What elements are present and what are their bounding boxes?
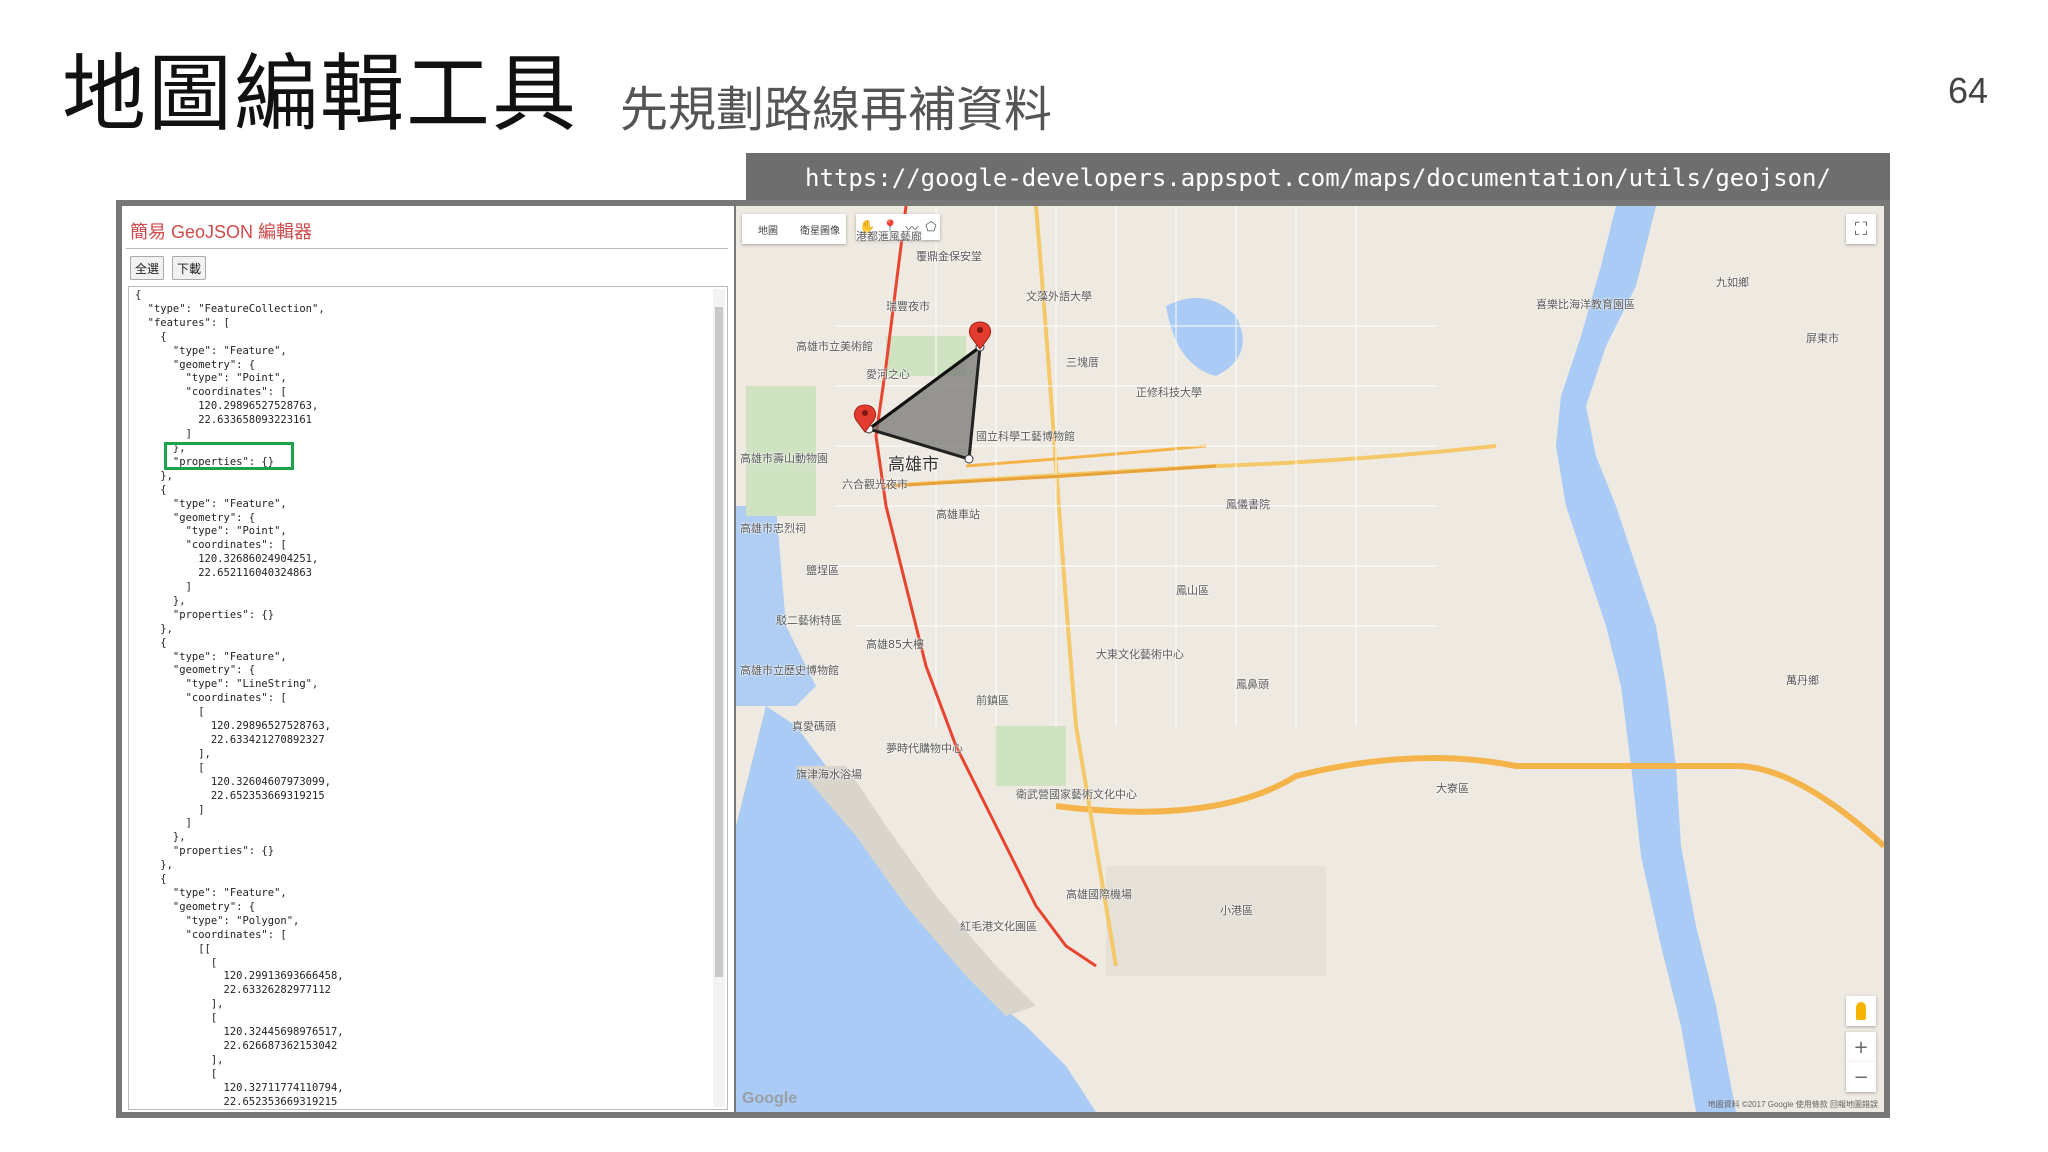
map-type-satellite-button[interactable]: 衛星圖像 xyxy=(794,214,846,244)
poi-label: 國立科學工藝博物館 xyxy=(976,430,1075,443)
poi-label: 愛河之心 xyxy=(866,368,910,381)
poi-label: 衛武營國家藝術文化中心 xyxy=(1016,788,1137,801)
code-scroll-thumb[interactable] xyxy=(715,307,723,977)
map-view[interactable]: 地圖 衛星圖像 ✋ 📍 〰 ⬠ ⛶ + − 高雄市 港都滙風藝廊 文藻外語大學 … xyxy=(736,206,1884,1112)
geojson-textarea[interactable]: { "type": "FeatureCollection", "features… xyxy=(128,286,728,1110)
code-scrollbar[interactable] xyxy=(713,289,725,1107)
poi-label: 鳳鼻頭 xyxy=(1236,678,1269,691)
select-all-button[interactable]: 全選 xyxy=(130,256,165,280)
poi-label: 鹽埕區 xyxy=(806,564,839,577)
poi-label: 正修科技大學 xyxy=(1136,386,1202,399)
map-type-map-button[interactable]: 地圖 xyxy=(742,214,794,244)
vertex-handle[interactable] xyxy=(964,454,974,464)
poi-label: 前鎮區 xyxy=(976,694,1009,707)
poi-label: 高雄車站 xyxy=(936,508,980,521)
poi-label: 港都滙風藝廊 xyxy=(856,230,922,243)
airport-area xyxy=(1106,866,1326,976)
polygon-icon[interactable]: ⬠ xyxy=(925,220,936,235)
editor-divider xyxy=(126,248,728,249)
properties-highlight-box xyxy=(164,442,294,470)
poi-label: 真愛碼頭 xyxy=(792,720,836,733)
geojson-editor-pane: 簡易 GeoJSON 編輯器 全選 下載 { "type": "FeatureC… xyxy=(122,206,734,1112)
page-number: 64 xyxy=(1947,70,1988,111)
poi-label: 瑞豐夜市 xyxy=(886,300,930,313)
poi-label: 鳳山區 xyxy=(1176,584,1209,597)
pegman-icon[interactable] xyxy=(1846,996,1876,1026)
poi-label: 高雄國際機場 xyxy=(1066,888,1132,901)
poi-label: 三塊厝 xyxy=(1066,356,1099,369)
zoom-out-button[interactable]: − xyxy=(1846,1062,1876,1092)
map-attribution[interactable]: 地圖資料 ©2017 Google 使用條款 回報地圖錯誤 xyxy=(1708,1099,1878,1110)
poi-label: 紅毛港文化園區 xyxy=(960,920,1037,933)
poi-label: 高雄85大樓 xyxy=(866,638,924,651)
poi-label: 高雄巿壽山動物園 xyxy=(740,452,828,465)
poi-label: 屏東市 xyxy=(1806,332,1839,345)
slide-title: 地圖編輯工具 xyxy=(62,45,579,143)
map-type-control[interactable]: 地圖 衛星圖像 xyxy=(742,214,846,244)
poi-label: 九如鄉 xyxy=(1716,276,1749,289)
zoom-in-button[interactable]: + xyxy=(1846,1032,1876,1062)
poi-label: 大東文化藝術中心 xyxy=(1096,648,1184,661)
poi-label: 萬丹鄉 xyxy=(1786,674,1819,687)
slide-subtitle: 先規劃路線再補資料 xyxy=(620,82,1053,138)
poi-label: 大寮區 xyxy=(1436,782,1469,795)
poi-label: 六合觀光夜市 xyxy=(842,478,908,491)
google-logo: Google xyxy=(742,1090,798,1107)
poi-label: 文藻外語大學 xyxy=(1026,290,1092,303)
map-canvas[interactable] xyxy=(736,206,1884,1112)
url-caption: https://google-developers.appspot.com/ma… xyxy=(746,153,1890,203)
poi-label: 喜樂比海洋教育園區 xyxy=(1536,298,1635,311)
poi-label: 高雄巿立歷史博物館 xyxy=(740,664,839,677)
poi-label: 高雄市立美術館 xyxy=(796,340,873,353)
poi-label: 小港區 xyxy=(1220,904,1253,917)
poi-label: 鳳儀書院 xyxy=(1226,498,1270,511)
poi-label: 駁二藝術特區 xyxy=(776,614,842,627)
poi-label: 高雄巿忠烈祠 xyxy=(740,522,806,535)
download-button[interactable]: 下載 xyxy=(172,256,207,280)
poi-label: 旗津海水浴場 xyxy=(796,768,862,781)
park-area xyxy=(996,726,1066,786)
city-label: 高雄市 xyxy=(888,455,939,475)
screenshot-frame: 簡易 GeoJSON 編輯器 全選 下載 { "type": "FeatureC… xyxy=(116,200,1890,1118)
poi-label: 覆鼎金保安堂 xyxy=(916,250,982,263)
editor-title: 簡易 GeoJSON 編輯器 xyxy=(130,222,313,242)
poi-label: 夢時代購物中心 xyxy=(886,742,963,755)
fullscreen-button[interactable]: ⛶ xyxy=(1846,214,1876,244)
geojson-code: { "type": "FeatureCollection", "features… xyxy=(135,289,344,1108)
